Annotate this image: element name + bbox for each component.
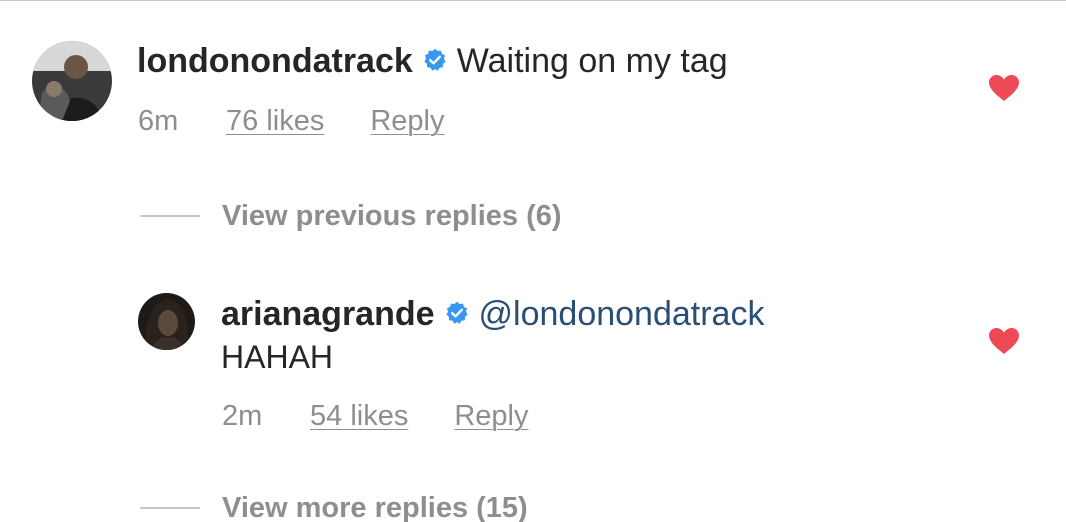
reply-line: arianagrande @londonondatrack [221,294,764,334]
comment-meta: 6m 76 likes Reply [138,104,444,138]
comment-text: Waiting on my tag [456,42,728,80]
thread-divider [140,215,200,217]
reply-mention-link[interactable]: @londonondatrack [479,295,765,333]
reply-like-heart-icon[interactable] [988,327,1020,355]
verified-badge-icon [423,48,447,72]
view-previous-replies-button[interactable]: View previous replies (6) [140,199,562,233]
view-more-replies-button[interactable]: View more replies (15) [140,491,528,522]
comment-likes-link[interactable]: 76 likes [226,104,324,138]
reply-time: 2m [222,400,263,432]
view-more-replies-label: View more replies (15) [222,491,528,522]
reply-reply-button[interactable]: Reply [454,399,528,433]
reply-username[interactable]: arianagrande [221,295,435,333]
thread-divider [140,507,200,509]
avatar-londonondatrack[interactable] [32,41,112,121]
comment-like-heart-icon[interactable] [988,74,1020,102]
avatar-arianagrande[interactable] [138,293,195,350]
reply-text: HAHAH [221,339,334,375]
view-previous-replies-label: View previous replies (6) [222,199,562,232]
comment-line: londonondatrack Waiting on my tag [137,41,728,81]
comment-username[interactable]: londonondatrack [137,42,413,80]
reply-likes-link[interactable]: 54 likes [310,399,408,433]
verified-badge-icon [445,301,469,325]
comment-time: 6m [138,105,179,137]
comments-panel: londonondatrack Waiting on my tag 6m 76 li… [0,0,1066,522]
comment-reply-button[interactable]: Reply [370,104,444,138]
reply-meta: 2m 54 likes Reply [222,399,528,433]
